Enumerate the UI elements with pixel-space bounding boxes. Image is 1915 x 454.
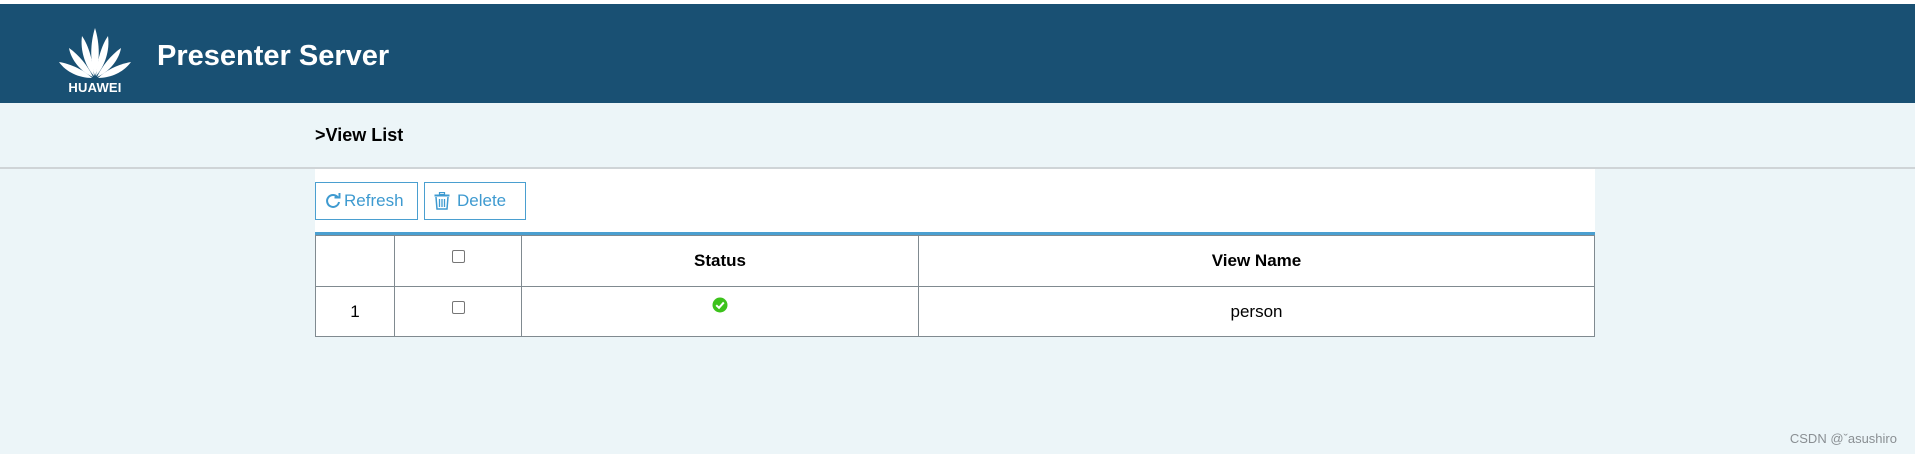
huawei-petals-icon <box>59 28 131 78</box>
status-ok-icon <box>712 297 728 318</box>
trash-icon <box>434 192 450 210</box>
row-select-cell <box>394 286 522 337</box>
refresh-label: Refresh <box>344 191 404 210</box>
select-all-checkbox[interactable] <box>451 250 465 264</box>
delete-label: Delete <box>457 191 507 210</box>
refresh-icon <box>325 193 341 209</box>
col-view-name-header: View Name <box>918 235 1595 287</box>
delete-button[interactable]: Delete <box>424 182 526 220</box>
col-index-header <box>315 235 395 287</box>
app-header: HUAWEI Presenter Server <box>0 4 1915 103</box>
app-title: Presenter Server <box>157 40 390 72</box>
row-checkbox[interactable] <box>451 300 465 314</box>
refresh-button[interactable]: Refresh <box>315 182 418 220</box>
row-index: 1 <box>315 286 395 337</box>
huawei-logo: HUAWEI <box>57 18 133 96</box>
watermark: CSDN @ˇasushiro <box>1789 431 1897 446</box>
toolbar: Refresh Delete <box>315 169 1595 232</box>
table-row: 1 person <box>315 286 1595 337</box>
row-view-name[interactable]: person <box>918 286 1595 337</box>
col-select-header <box>394 235 522 287</box>
breadcrumb-bar: >View List <box>0 103 1915 169</box>
row-status-cell <box>521 286 919 337</box>
table-header-row: Status View Name <box>315 235 1595 287</box>
view-table: Status View Name 1 person <box>315 232 1595 337</box>
logo-text: HUAWEI <box>68 80 122 95</box>
breadcrumb[interactable]: >View List <box>315 125 403 146</box>
col-status-header: Status <box>521 235 919 287</box>
